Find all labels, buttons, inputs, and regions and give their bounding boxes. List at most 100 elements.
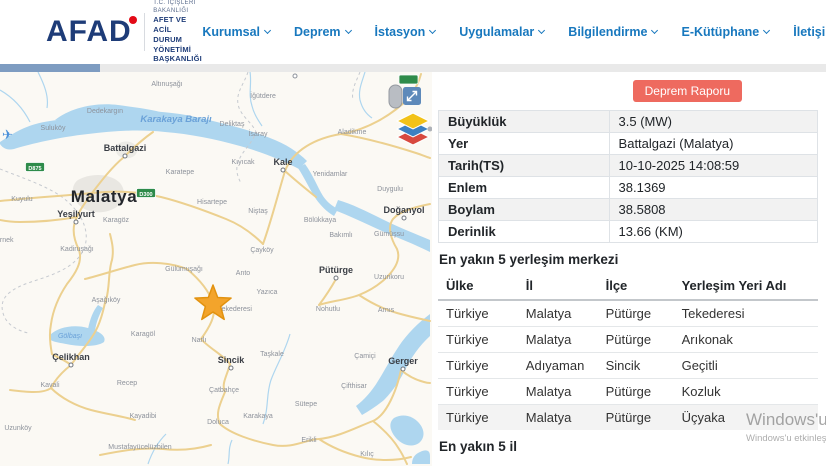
logo-red-dot-icon (129, 16, 137, 24)
nav-item-bilgilendirme[interactable]: Bilgilendirme (568, 25, 657, 39)
settlement-cell: Türkiye (438, 379, 518, 405)
map-label: Altınuşağı (151, 81, 182, 88)
logo-subtitle-1: T.C. İÇİŞLERİ BAKANLIĞI (153, 0, 202, 15)
settlements-column-header: Yerleşim Yeri Adı (674, 273, 818, 300)
scrollbar-thumb[interactable] (0, 64, 100, 72)
settlement-cell: Pütürge (598, 300, 674, 327)
town-marker-dot (69, 363, 73, 367)
detail-value: Battalgazi (Malatya) (609, 133, 817, 155)
fullscreen-button[interactable] (403, 87, 421, 105)
map-label: Yenidamlar (313, 171, 348, 178)
nearest-settlements-title: En yakın 5 yerleşim merkezi (439, 252, 818, 267)
road-sign-label: D300 (139, 192, 152, 198)
detail-row: Enlem38.1369 (439, 177, 818, 199)
nearest-settlements-table: ÜlkeİlİlçeYerleşim Yeri Adı TürkiyeMalat… (438, 273, 818, 430)
map-label: Uzunköy (4, 425, 32, 432)
map-container[interactable]: MalatyaBattalgaziKaleYeşilyurtPütürgeSin… (0, 72, 432, 466)
main-nav: Kurumsal Deprem İstasyon Uygulamalar Bilgile… (202, 25, 826, 39)
nav-item-uygulamalar[interactable]: Uygulamalar (459, 25, 544, 39)
map-label: Kıyıcak (232, 159, 255, 166)
settlement-cell: Geçitli (674, 353, 818, 379)
town-marker-dot (401, 367, 405, 371)
nav-item-e-kütüphane[interactable]: E-Kütüphane (681, 25, 769, 39)
map-label: Çelikhan (52, 352, 90, 362)
map-label: İsaray (248, 129, 268, 138)
map-label: Kavali (40, 382, 60, 389)
settlement-cell: Malatya (518, 300, 598, 327)
map-label: Kayadibi (130, 413, 157, 420)
map-label: Aladikme (338, 129, 367, 136)
chevron-down-icon (538, 27, 545, 34)
detail-label: Derinlik (439, 221, 610, 243)
map-label: Doğanyol (383, 205, 424, 215)
nav-item-deprem[interactable]: Deprem (294, 25, 351, 39)
map-label: Karakaya Barajı (140, 114, 212, 125)
detail-value: 10-10-2025 14:08:59 (609, 155, 817, 177)
road-sign-top (399, 75, 418, 84)
map-label: Gölbaşı (58, 333, 82, 340)
logo-subtitle-3: YÖNETİMİ BAŞKANLIĞI (153, 45, 202, 65)
nav-item-i̇letişim[interactable]: İletişim (793, 25, 826, 39)
map-label: Doluca (207, 419, 229, 426)
chevron-down-icon (763, 27, 770, 34)
settlement-cell: Arıkonak (674, 327, 818, 353)
map-label: Hisartepe (197, 199, 227, 206)
settlement-row: TürkiyeMalatyaPütürgeArıkonak (438, 327, 818, 353)
map-label: Çamiçi (354, 353, 376, 360)
map-label: Yazıca (257, 289, 278, 296)
nav-item-i̇stasyon[interactable]: İstasyon (375, 25, 436, 39)
map-label: Narlı (192, 337, 207, 344)
settlement-cell: Adıyaman (518, 353, 598, 379)
nav-label: İletişim (793, 25, 826, 39)
settlement-cell: Kozluk (674, 379, 818, 405)
map-label: Uzunkoru (374, 274, 404, 281)
afad-logo[interactable]: AFAD T.C. İÇİŞLERİ BAKANLIĞI AFET VE ACİ… (46, 0, 202, 64)
nav-label: Bilgilendirme (568, 25, 647, 39)
detail-value: 3.5 (MW) (609, 111, 817, 133)
map-label: Gülümuşağı (165, 266, 203, 273)
map-label: Anto (236, 270, 251, 277)
detail-label: Enlem (439, 177, 610, 199)
map-label: Niştaş (248, 208, 268, 215)
map-label: Karagöz (103, 217, 130, 224)
detail-label: Tarih(TS) (439, 155, 610, 177)
settlement-row: TürkiyeAdıyamanSincikGeçitli (438, 353, 818, 379)
layers-button[interactable] (397, 113, 432, 145)
nav-item-kurumsal[interactable]: Kurumsal (202, 25, 270, 39)
settlements-column-header: İl (518, 273, 598, 300)
nav-label: Deprem (294, 25, 341, 39)
map-label: Suluköy (41, 125, 66, 132)
map-label: Erikli (301, 437, 317, 444)
map-label: Aşağıköy (92, 297, 121, 304)
detail-row: Tarih(TS)10-10-2025 14:08:59 (439, 155, 818, 177)
nav-label: E-Kütüphane (681, 25, 759, 39)
town-marker-dot (123, 154, 127, 158)
map-label: Sincik (218, 355, 246, 365)
detail-row: Büyüklük3.5 (MW) (439, 111, 818, 133)
map-label: Bölükkaya (304, 217, 336, 224)
logo-subtitle-2: AFET VE ACİL DURUM (153, 15, 202, 44)
horizontal-scrollbar[interactable] (0, 64, 826, 72)
map-label: Sütepe (295, 401, 317, 408)
chevron-down-icon (345, 27, 352, 34)
settlement-cell: Tekederesi (674, 300, 818, 327)
settlements-column-header: Ülke (438, 273, 518, 300)
map-label: Örnek (0, 236, 14, 244)
detail-value: 38.1369 (609, 177, 817, 199)
map-label: Gümüşsu (374, 231, 404, 238)
chevron-down-icon (264, 27, 271, 34)
settlements-column-header: İlçe (598, 273, 674, 300)
deprem-raporu-button[interactable]: Deprem Raporu (633, 80, 742, 102)
map-marker-icon[interactable] (389, 85, 402, 108)
earthquake-detail-panel: Deprem Raporu Büyüklük3.5 (MW)YerBattalg… (432, 72, 826, 466)
town-marker-dot (229, 366, 233, 370)
earthquake-details-table: Büyüklük3.5 (MW)YerBattalgazi (Malatya)T… (438, 110, 818, 243)
map-label: Arnıs (378, 307, 395, 314)
detail-value: 13.66 (KM) (609, 221, 817, 243)
settlement-cell: Sincik (598, 353, 674, 379)
map-label: Yeşilyurt (57, 209, 95, 219)
detail-row: Boylam38.5808 (439, 199, 818, 221)
town-marker-dot (402, 216, 406, 220)
settlement-cell: Üçyaka (674, 405, 818, 431)
map-canvas[interactable]: MalatyaBattalgaziKaleYeşilyurtPütürgeSin… (0, 72, 432, 466)
